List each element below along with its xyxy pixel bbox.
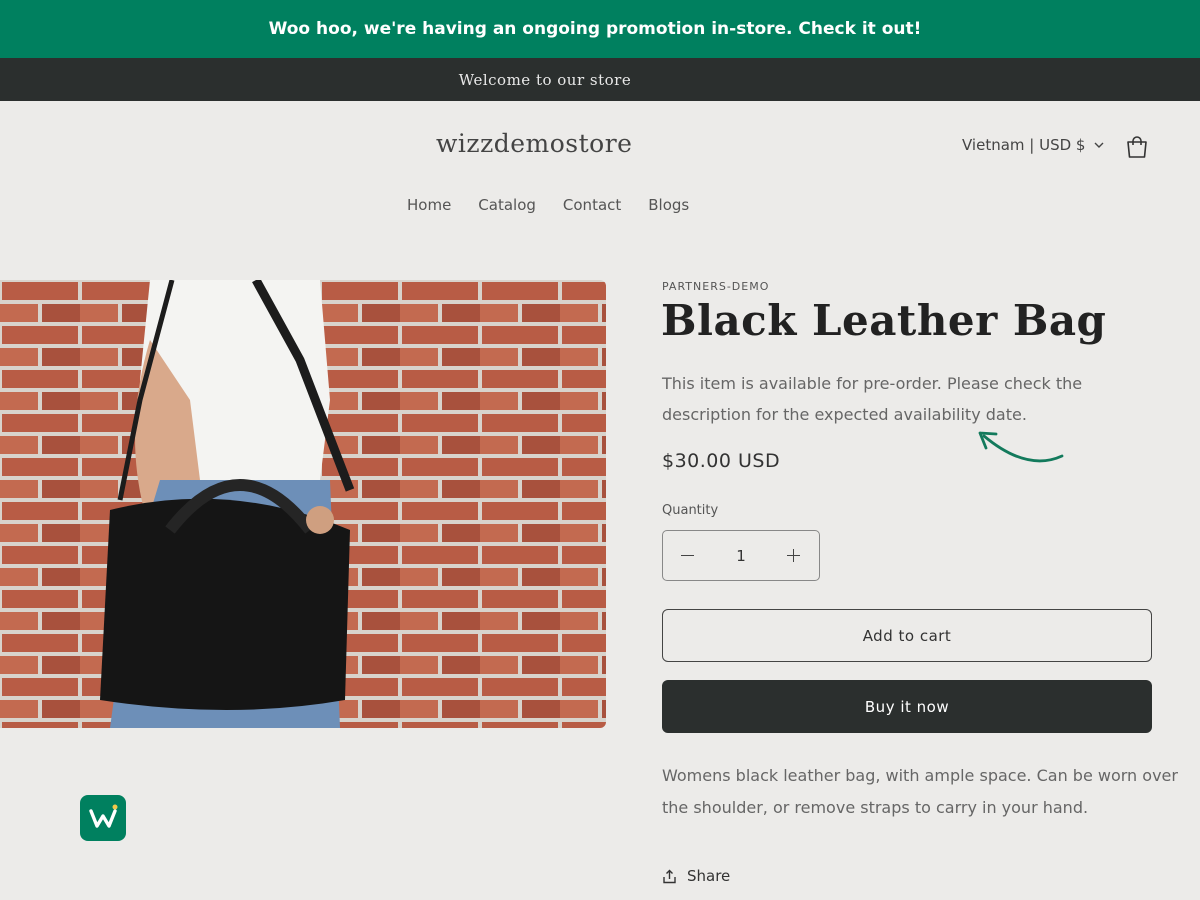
share-label: Share (687, 867, 731, 885)
product-description: Womens black leather bag, with ample spa… (662, 766, 1178, 817)
locale-selector[interactable]: Vietnam | USD $ (962, 136, 1105, 154)
annotation-arrow-icon (978, 431, 1064, 463)
share-icon (663, 869, 676, 883)
promo-announcement-bar[interactable]: Woo hoo, we're having an ongoing promoti… (0, 0, 1200, 58)
nav-item-blogs[interactable]: Blogs (648, 196, 689, 214)
main-nav: Home Catalog Contact Blogs (407, 196, 689, 214)
welcome-bar: Welcome to our store (0, 58, 1200, 101)
quantity-increase-button[interactable] (786, 548, 801, 563)
share-button[interactable]: Share (662, 867, 730, 885)
quantity-decrease-button[interactable] (681, 549, 695, 563)
quantity-stepper: 1 (662, 530, 820, 581)
product-photo (0, 280, 606, 728)
product-image[interactable] (0, 280, 606, 728)
nav-item-catalog[interactable]: Catalog (478, 196, 536, 214)
quantity-label: Quantity (662, 503, 719, 518)
chevron-down-icon (1094, 142, 1104, 148)
product-title: Black Leather Bag (661, 296, 1107, 345)
promo-text: Woo hoo, we're having an ongoing promoti… (268, 19, 922, 39)
wizz-logo-icon (89, 804, 118, 828)
add-to-cart-button[interactable]: Add to cart (662, 609, 1152, 662)
locale-label: Vietnam | USD $ (962, 136, 1086, 154)
buy-now-button[interactable]: Buy it now (662, 680, 1152, 733)
wizz-widget-button[interactable] (80, 795, 126, 841)
nav-item-contact[interactable]: Contact (563, 196, 621, 214)
product-vendor: PARTNERS-DEMO (662, 280, 770, 293)
quantity-value[interactable]: 1 (736, 547, 746, 565)
welcome-text: Welcome to our store (458, 70, 632, 89)
cart-icon[interactable] (1124, 135, 1150, 161)
store-logo[interactable]: wizzdemostore (436, 129, 632, 158)
nav-item-home[interactable]: Home (407, 196, 451, 214)
preorder-notice: This item is available for pre-order. Pl… (662, 374, 1083, 424)
product-price: $30.00 USD (662, 450, 781, 472)
